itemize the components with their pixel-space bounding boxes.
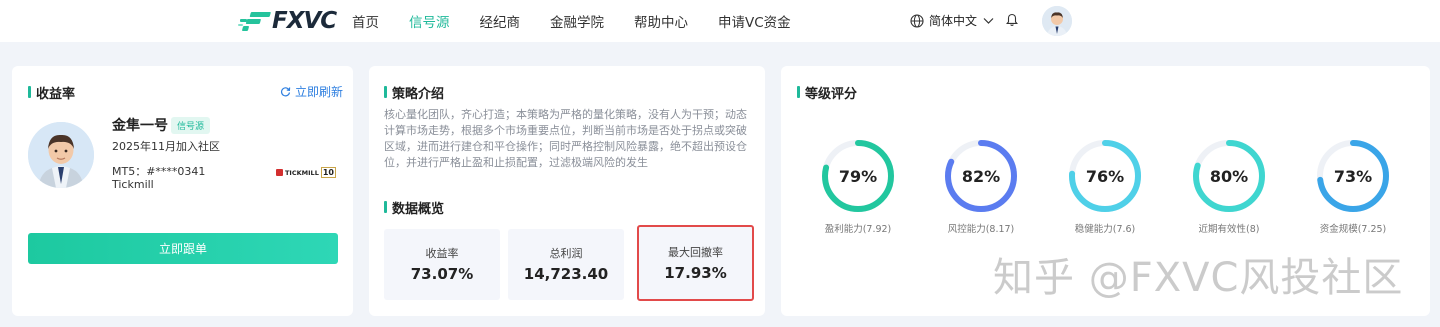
tickmill-logo: TICKMILL 10: [276, 167, 336, 178]
broker-name: Tickmill: [112, 178, 154, 191]
stat-label: 最大回撤率: [668, 246, 723, 259]
fxvc-logo[interactable]: FXVC: [238, 6, 337, 36]
nav-item-signal-source[interactable]: 信号源: [409, 11, 450, 31]
rating-percent: 82%: [961, 166, 1001, 186]
rating-percent: 79%: [838, 166, 878, 186]
refresh-icon: [280, 87, 291, 97]
profit-card: 收益率 立即刷新 金隼一号 信号源 2025年11月加入社区 MT5：#****…: [12, 66, 353, 316]
follow-copy-button[interactable]: 立即跟单: [28, 233, 338, 264]
main-nav: 首页 信号源 经纪商 金融学院 帮助中心 申请VC资金: [352, 0, 821, 42]
rating-label: 资金规模(7.25): [1319, 224, 1387, 235]
stat-value: 17.93%: [664, 264, 727, 282]
rating-title: 等级评分: [797, 83, 857, 102]
rating-item: 79% 盈利能力(7.92): [813, 138, 903, 235]
profit-card-title: 收益率: [28, 83, 75, 102]
rating-percent: 73%: [1333, 166, 1373, 186]
rating-label: 近期有效性(8): [1198, 224, 1260, 235]
zhihu-watermark: 知乎 @FXVC风投社区: [993, 255, 1404, 301]
rating-percent: 80%: [1209, 166, 1249, 186]
stat-total-profit: 总利润 14,723.40: [508, 229, 624, 300]
bell-icon[interactable]: [1006, 13, 1018, 27]
rating-ring: 79%: [820, 138, 896, 214]
rating-item: 82% 风控能力(8.17): [936, 138, 1026, 235]
join-date: 2025年11月加入社区: [112, 140, 220, 153]
globe-icon: [910, 13, 924, 28]
trader-avatar: [28, 122, 94, 188]
strategy-description: 核心量化团队，齐心打造；本策略为严格的量化策略，没有人为干预；动态计算市场走势，…: [384, 108, 747, 169]
refresh-button[interactable]: 立即刷新: [280, 83, 343, 100]
top-navigation-bar: FXVC 首页 信号源 经纪商 金融学院 帮助中心 申请VC资金 简体中文: [0, 0, 1440, 42]
language-selector[interactable]: 简体中文: [910, 12, 994, 29]
nav-item-brokers[interactable]: 经纪商: [480, 11, 521, 31]
rating-ring: 76%: [1067, 138, 1143, 214]
logo-text: FXVC: [272, 8, 337, 34]
tickmill-logo-icon: [276, 169, 283, 176]
data-overview-title: 数据概览: [384, 198, 444, 217]
trader-name: 金隼一号: [112, 118, 168, 134]
rating-percent: 76%: [1085, 166, 1125, 186]
rating-ring: 82%: [943, 138, 1019, 214]
broker-logo-text: TICKMILL: [285, 168, 319, 177]
strategy-title: 策略介绍: [384, 83, 444, 102]
broker-logo-badge: 10: [320, 167, 336, 178]
stat-value: 73.07%: [410, 265, 474, 283]
nav-item-apply-vc-fund[interactable]: 申请VC资金: [718, 11, 791, 31]
rating-ring: 80%: [1191, 138, 1267, 214]
stat-value: 14,723.40: [523, 265, 609, 283]
rating-label: 盈利能力(7.92): [824, 224, 892, 235]
stat-label: 收益率: [425, 247, 459, 260]
stat-profit-rate: 收益率 73.07%: [384, 229, 500, 300]
language-label: 简体中文: [929, 14, 978, 28]
stat-max-drawdown: 最大回撤率 17.93%: [637, 225, 754, 301]
nav-item-academy[interactable]: 金融学院: [550, 11, 604, 31]
stat-label: 总利润: [549, 247, 583, 260]
signal-source-badge: 信号源: [171, 117, 211, 134]
nav-item-home[interactable]: 首页: [352, 11, 379, 31]
chevron-down-icon: [983, 17, 994, 24]
rating-label: 风控能力(8.17): [947, 224, 1015, 235]
strategy-card: 策略介绍 核心量化团队，齐心打造；本策略为严格的量化策略，没有人为干预；动态计算…: [369, 66, 765, 316]
logo-mark-icon: [238, 8, 274, 34]
rating-item: 73% 资金规模(7.25): [1308, 138, 1398, 235]
user-avatar[interactable]: [1042, 6, 1072, 36]
account-number: MT5：#****0341: [112, 165, 206, 178]
rating-ring: 73%: [1315, 138, 1391, 214]
refresh-label: 立即刷新: [295, 85, 344, 99]
nav-item-help-center[interactable]: 帮助中心: [634, 11, 688, 31]
rating-item: 80% 近期有效性(8): [1184, 138, 1274, 235]
rating-item: 76% 稳健能力(7.6): [1060, 138, 1150, 235]
rating-label: 稳健能力(7.6): [1074, 224, 1136, 235]
